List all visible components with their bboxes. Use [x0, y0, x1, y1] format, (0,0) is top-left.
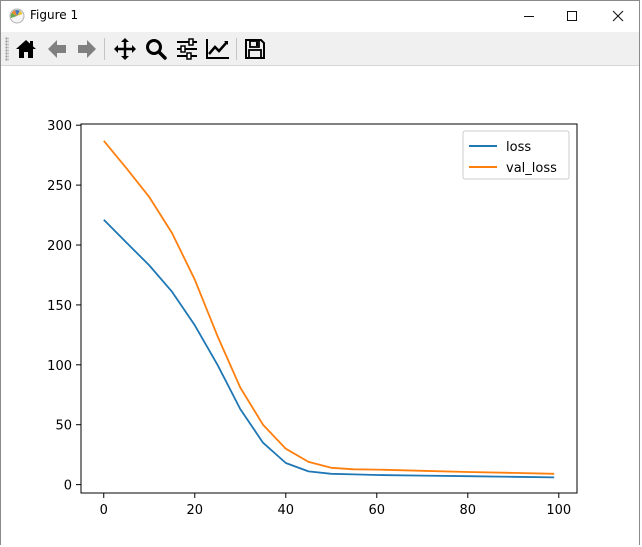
legend: loss val_loss [462, 130, 570, 180]
minimize-icon [524, 16, 534, 17]
x-tick-label: 100 [546, 503, 571, 518]
home-button[interactable] [12, 35, 40, 63]
floppy-disk-icon [245, 39, 265, 59]
maximize-button[interactable] [549, 1, 595, 31]
y-tick-label: 200 [47, 239, 72, 254]
close-icon [612, 10, 624, 22]
x-tick-label: 40 [277, 503, 294, 518]
series-layer [103, 140, 555, 479]
title-bar[interactable]: Figure 1 [1, 1, 639, 31]
y-tick-label: 150 [47, 299, 72, 314]
x-tick-label: 20 [186, 503, 203, 518]
forward-button[interactable] [73, 35, 101, 63]
y-tick-label: 250 [47, 179, 72, 194]
y-tick-label: 300 [47, 119, 72, 134]
window-title: Figure 1 [30, 8, 79, 22]
pan-button[interactable] [111, 35, 139, 63]
home-icon [16, 40, 36, 58]
legend-label-loss: loss [506, 140, 531, 155]
magnifier-icon [146, 39, 167, 60]
toolbar-separator [236, 38, 237, 60]
arrow-right-icon [78, 40, 96, 58]
x-tick-label: 80 [460, 503, 477, 518]
sliders-icon [177, 38, 197, 60]
line-chart: 0 20 40 60 80 100 0 50 100 150 200 250 300 loss val_… [47, 119, 578, 518]
y-tick-label: 50 [55, 419, 72, 434]
arrow-left-icon [48, 40, 66, 58]
series-line-loss [103, 219, 555, 479]
toolbar-grip[interactable] [5, 37, 9, 61]
edit-axis-button[interactable] [204, 35, 232, 63]
zoom-button[interactable] [142, 35, 170, 63]
figure-canvas[interactable]: 0 20 40 60 80 100 0 50 100 150 200 250 300 loss val_… [1, 66, 639, 546]
move-icon [114, 38, 136, 60]
back-button[interactable] [43, 35, 71, 63]
maximize-icon [567, 11, 577, 21]
y-tick-label: 0 [64, 479, 72, 494]
y-tick-label: 100 [47, 359, 72, 374]
series-line-val-loss [103, 140, 555, 475]
legend-label-val-loss: val_loss [506, 161, 557, 176]
close-button[interactable] [595, 1, 641, 31]
save-button[interactable] [241, 35, 269, 63]
toolbar-separator [104, 38, 105, 60]
configure-subplots-button[interactable] [173, 35, 201, 63]
x-tick-label: 0 [100, 503, 108, 518]
line-chart-icon [206, 39, 229, 59]
x-tick-label: 60 [369, 503, 386, 518]
matplotlib-app-icon [9, 8, 25, 24]
navigation-toolbar [1, 32, 639, 66]
minimize-button[interactable] [506, 1, 552, 31]
figure-window: Figure 1 0 20 40 60 80 100 0 50 100 150 … [0, 0, 640, 546]
